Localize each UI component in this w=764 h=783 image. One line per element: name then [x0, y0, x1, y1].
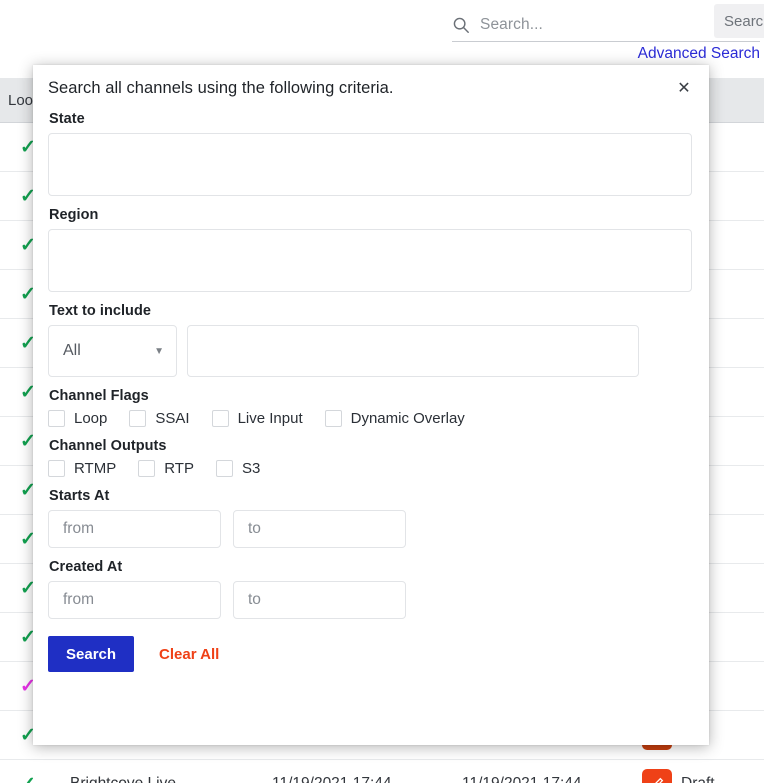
status-badge: Draft: [681, 775, 715, 783]
checkbox-label: Live Input: [238, 410, 303, 427]
checkbox-label: RTP: [164, 460, 194, 477]
text-to-include-input[interactable]: [187, 325, 639, 377]
checkbox-icon[interactable]: [212, 410, 229, 427]
clear-all-button[interactable]: Clear All: [159, 646, 219, 663]
starts-at-group: Starts At from to: [48, 488, 694, 548]
created-at-label: Created At: [49, 559, 694, 575]
starts-at-label: Starts At: [49, 488, 694, 504]
output-s3[interactable]: S3: [216, 460, 260, 477]
channel-outputs-group: Channel Outputs RTMP RTP S3: [48, 438, 694, 477]
search-button[interactable]: Search: [48, 636, 134, 672]
modal-body: State Region Text to include All ▼: [33, 111, 709, 688]
row-created-at: 11/19/2021 17:44: [446, 775, 636, 783]
output-rtp[interactable]: RTP: [138, 460, 194, 477]
region-label: Region: [49, 207, 694, 223]
checkbox-label: SSAI: [155, 410, 189, 427]
advanced-search-modal: Search all channels using the following …: [33, 65, 709, 745]
text-to-include-label: Text to include: [49, 303, 694, 319]
starts-at-from-input[interactable]: from: [48, 510, 221, 548]
channel-outputs-list: RTMP RTP S3: [48, 460, 694, 477]
channel-flags-label: Channel Flags: [49, 388, 694, 404]
modal-header: Search all channels using the following …: [33, 65, 709, 111]
created-at-from-input[interactable]: from: [48, 581, 221, 619]
checkbox-label: RTMP: [74, 460, 116, 477]
modal-title: Search all channels using the following …: [48, 79, 393, 98]
search-input-placeholder[interactable]: Search...: [480, 16, 543, 34]
checkbox-icon[interactable]: [48, 460, 65, 477]
check-icon: ✓: [20, 775, 36, 783]
close-icon[interactable]: ✕: [673, 78, 695, 100]
starts-at-to-input[interactable]: to: [233, 510, 406, 548]
flag-ssai[interactable]: SSAI: [129, 410, 189, 427]
advanced-search-link[interactable]: Advanced Search: [452, 45, 760, 63]
text-to-include-select-value: All: [63, 342, 81, 360]
checkbox-icon[interactable]: [325, 410, 342, 427]
row-check-cell: ✓: [0, 775, 56, 783]
row-status-cell: Draft: [636, 769, 764, 783]
channel-outputs-label: Channel Outputs: [49, 438, 694, 454]
region-group: Region: [48, 207, 694, 292]
table-row[interactable]: ✓Brightcove Live11/19/2021 17:4411/19/20…: [0, 760, 764, 783]
row-name: Brightcove Live: [56, 775, 256, 783]
checkbox-icon[interactable]: [129, 410, 146, 427]
app-root: Search... Advanced Search Search Loop ✓ f…: [0, 0, 764, 783]
created-at-to-input[interactable]: to: [233, 581, 406, 619]
state-input[interactable]: [48, 133, 692, 196]
text-to-include-group: Text to include All ▼: [48, 303, 694, 377]
channel-flags-group: Channel Flags Loop SSAI Live Input Dynamic …: [48, 388, 694, 427]
pencil-icon[interactable]: [642, 769, 672, 783]
flag-loop[interactable]: Loop: [48, 410, 107, 427]
checkbox-label: Dynamic Overlay: [351, 410, 465, 427]
state-group: State: [48, 111, 694, 196]
channel-flags-list: Loop SSAI Live Input Dynamic Overlay: [48, 410, 694, 427]
chevron-down-icon: ▼: [154, 346, 164, 357]
flag-dynamic-overlay[interactable]: Dynamic Overlay: [325, 410, 465, 427]
checkbox-label: Loop: [74, 410, 107, 427]
output-rtmp[interactable]: RTMP: [48, 460, 116, 477]
top-search-button[interactable]: Search: [714, 4, 764, 38]
created-at-group: Created At from to: [48, 559, 694, 619]
flag-live-input[interactable]: Live Input: [212, 410, 303, 427]
state-label: State: [49, 111, 694, 127]
search-icon: [452, 16, 470, 34]
checkbox-label: S3: [242, 460, 260, 477]
checkbox-icon[interactable]: [48, 410, 65, 427]
checkbox-icon[interactable]: [138, 460, 155, 477]
text-to-include-select[interactable]: All ▼: [48, 325, 177, 377]
checkbox-icon[interactable]: [216, 460, 233, 477]
row-starts-at: 11/19/2021 17:44: [256, 775, 446, 783]
modal-actions: Search Clear All: [48, 636, 694, 672]
region-input[interactable]: [48, 229, 692, 292]
